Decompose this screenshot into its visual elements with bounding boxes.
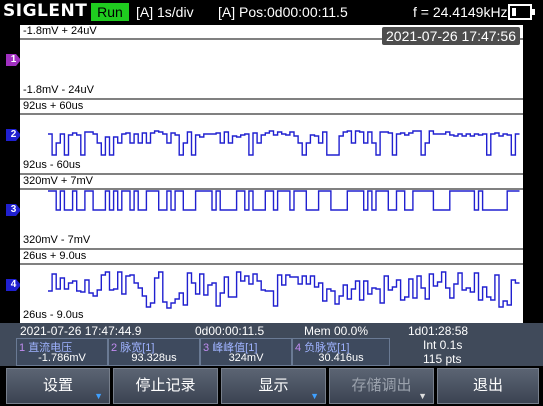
position-readout[interactable]: [A] Pos:0d00:00:11.5 <box>218 4 348 20</box>
run-state-badge[interactable]: Run <box>91 3 129 21</box>
chevron-down-icon: ▼ <box>418 391 427 401</box>
ch1-upper-label: -1.8mV + 24uV <box>23 25 97 37</box>
channel-1-marker-label: 1 <box>10 54 17 65</box>
measurement-3-value: 324mV <box>228 352 264 364</box>
ch4-upper-label: 26us + 9.0us <box>23 250 87 262</box>
softkey-bar: 设置 ▼ 停止记录 显示 ▼ 存储调出 ▼ 退出 <box>0 366 543 406</box>
recorder-status-panel: 2021-07-26 17:47:44.9 0d00:00:11.5 Mem 0… <box>0 323 543 366</box>
measurement-1[interactable]: 1 直流电压 -1.786mV <box>16 338 108 366</box>
chevron-down-icon: ▼ <box>310 391 319 401</box>
measurement-4-value: 30.416us <box>318 352 364 364</box>
ch2-upper-label: 92us + 60us <box>23 100 84 112</box>
ch2-lower-label: 92us - 60us <box>23 159 81 171</box>
measurement-4[interactable]: 4 负脉宽[1] 30.416us <box>292 338 390 366</box>
channel-4-marker-label: 4 <box>10 279 17 290</box>
channel-4-trace <box>48 271 520 309</box>
save-recall-softkey[interactable]: 存储调出 ▼ <box>329 368 434 404</box>
frequency-readout: f = 24.4149kHz <box>413 4 508 20</box>
display-softkey-label: 显示 <box>258 377 289 394</box>
measurement-2[interactable]: 2 脉宽[1] 93.328us <box>108 338 200 366</box>
top-status-bar: SIGLENT Run [A] 1s/div [A] Pos:0d00:00:1… <box>0 0 543 24</box>
ch3-lower-label: 320mV - 7mV <box>23 234 91 246</box>
ch1-lower-label: -1.8mV - 24uV <box>23 84 94 96</box>
channel-3-marker-label: 3 <box>10 204 17 215</box>
settings-softkey[interactable]: 设置 ▼ <box>6 368 110 404</box>
measurement-3[interactable]: 3 峰峰值[1] 324mV <box>200 338 292 366</box>
display-softkey[interactable]: 显示 ▼ <box>221 368 326 404</box>
measurement-2-value: 93.328us <box>131 352 177 364</box>
measurement-1-value: -1.786mV <box>38 352 86 364</box>
channel-3-trace <box>48 190 520 211</box>
trace-canvas <box>20 38 523 324</box>
channel-2-trace <box>48 130 520 156</box>
exit-softkey[interactable]: 退出 <box>437 368 539 404</box>
datetime-badge: 2021-07-26 17:47:56 <box>382 27 520 45</box>
brand-logo: SIGLENT <box>3 1 88 21</box>
memory-usage: Mem 00.0% <box>304 324 369 338</box>
timebase-readout[interactable]: [A] 1s/div <box>136 4 194 20</box>
chevron-down-icon: ▼ <box>94 391 103 401</box>
save-recall-softkey-label: 存储调出 <box>351 377 412 394</box>
settings-softkey-label: 设置 <box>42 377 73 394</box>
start-time: 2021-07-26 17:47:44.9 <box>20 324 142 338</box>
channel-1-marker[interactable]: 1 <box>6 54 21 66</box>
channel-4-marker[interactable]: 4 <box>6 279 21 291</box>
exit-softkey-label: 退出 <box>472 377 503 394</box>
right-edge-bar <box>523 24 543 323</box>
channel-2-marker-label: 2 <box>10 129 17 140</box>
ch4-lower-label: 26us - 9.0us <box>23 309 84 321</box>
point-count: 115 pts <box>423 352 462 366</box>
ch3-upper-label: 320mV + 7mV <box>23 175 94 187</box>
sample-interval: Int 0.1s <box>423 338 463 352</box>
elapsed-time: 0d00:00:11.5 <box>195 324 265 338</box>
channel-2-marker[interactable]: 2 <box>6 129 21 141</box>
battery-icon <box>508 4 535 20</box>
channel-3-marker[interactable]: 3 <box>6 204 21 216</box>
waveform-display: 2021-07-26 17:47:56 -1.8mV + 24uV -1.8mV… <box>20 24 523 324</box>
stop-recording-softkey[interactable]: 停止记录 <box>113 368 218 404</box>
stop-recording-softkey-label: 停止记录 <box>135 377 196 394</box>
remaining-time: 1d01:28:58 <box>408 324 469 338</box>
